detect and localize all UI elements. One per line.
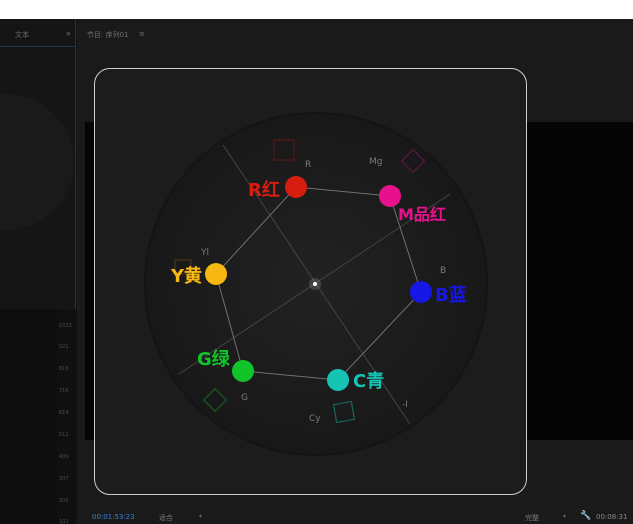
program-monitor-title[interactable]: 节目: 序列01 (87, 30, 129, 40)
tab-text[interactable]: 文本 (15, 30, 29, 40)
ruler-tick: 409 (59, 454, 69, 460)
playhead-timecode[interactable]: 00:01:53:23 (92, 513, 135, 521)
label-yellow: Y黄 (170, 265, 202, 287)
red-dot (285, 176, 307, 198)
chevron-down-icon: ▾ (199, 513, 203, 520)
ruler-tick: 614 (59, 410, 69, 416)
panel-overflow-button[interactable]: » (66, 29, 71, 38)
magenta-dot (379, 185, 401, 207)
target-code-cy: Cy (309, 414, 321, 424)
label-blue: B蓝 (435, 285, 467, 306)
ruler-tick: 716 (59, 388, 69, 394)
wrench-icon[interactable]: 🔧 (580, 511, 591, 521)
target-code-mg: Mg (369, 157, 382, 167)
ruler-tick: 205 (59, 498, 69, 504)
i-axis-label: -I (402, 400, 408, 410)
cyan-dot (327, 369, 349, 391)
sequence-duration: 00:08:31 (596, 513, 628, 521)
label-cyan: C青 (353, 371, 384, 392)
yellow-dot (205, 263, 227, 285)
target-code-g: G (241, 393, 248, 403)
label-red: R红 (248, 179, 280, 201)
target-code-yl: Yl (200, 248, 209, 258)
ruler-tick: 307 (59, 476, 69, 482)
target-code-b: B (440, 266, 446, 276)
zoom-fit-dropdown[interactable]: 适合 (159, 513, 173, 523)
left-panel-header: 文本 » (0, 19, 76, 47)
monitor-controls: 00:01:53:23 适合 ▾ 完整 ▾ 🔧 00:08:31 (77, 502, 633, 524)
waveform-ruler: 1023 921 818 716 614 512 409 307 205 102 (57, 309, 76, 524)
blue-dot (410, 281, 432, 303)
label-magenta: M品红 (398, 205, 446, 224)
playback-resolution-dropdown[interactable]: 完整 (525, 513, 539, 523)
ruler-tick: 512 (59, 432, 69, 438)
lumetri-scope-preview (0, 94, 74, 230)
ruler-tick: 102 (59, 519, 69, 524)
ruler-tick: 921 (59, 344, 69, 350)
left-panel: 文本 » 1023 921 818 716 614 512 409 307 20… (0, 19, 76, 524)
chevron-down-icon: ▾ (563, 513, 567, 520)
vectorscope-svg: R Mg B Cy G Yl -I R红 M品红 B蓝 C青 G绿 Y黄 (144, 112, 488, 456)
ruler-tick: 1023 (59, 323, 72, 329)
ruler-tick: 818 (59, 366, 69, 372)
center-point (313, 282, 317, 286)
target-code-r: R (305, 160, 311, 170)
green-dot (232, 360, 254, 382)
vectorscope-diagram: R Mg B Cy G Yl -I R红 M品红 B蓝 C青 G绿 Y黄 (94, 68, 527, 495)
panel-menu-icon[interactable]: ≡ (139, 30, 145, 38)
label-green: G绿 (197, 348, 231, 370)
waveform-area (0, 309, 57, 524)
